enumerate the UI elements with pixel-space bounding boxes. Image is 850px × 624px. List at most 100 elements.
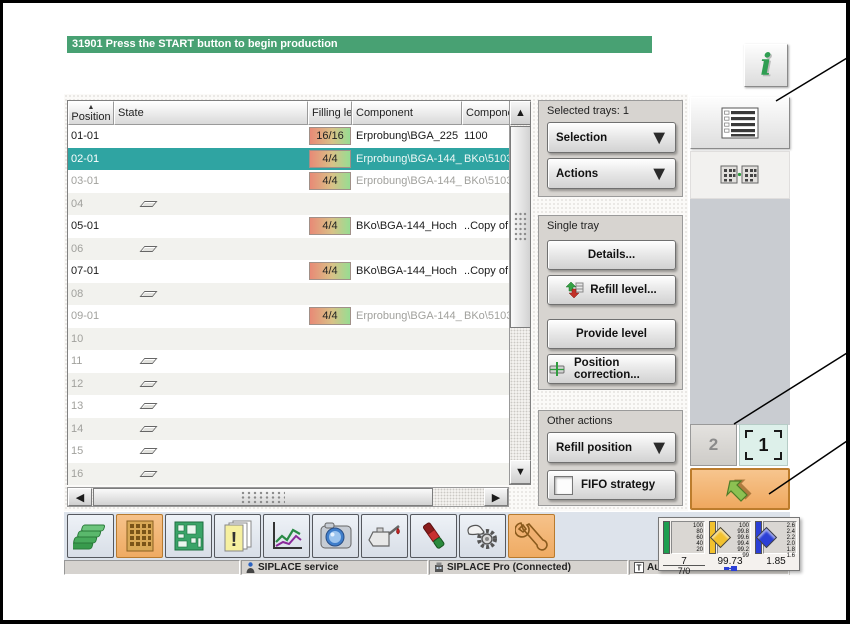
provide-level-button[interactable]: Provide level [547, 319, 676, 349]
table-row[interactable]: 14 [68, 417, 509, 440]
toolbar-statistics-button[interactable] [263, 514, 310, 558]
board-station-icon [174, 521, 203, 551]
table-row[interactable]: 10 [68, 327, 509, 350]
toolbar-component-tool-button[interactable] [410, 514, 457, 558]
empty-tray-icon [139, 200, 158, 207]
table-row[interactable]: 05-014/4BKo\BGA-144_Hoch..Copy of 51 [68, 215, 509, 238]
gauge-output-value2: 7/0 [663, 565, 705, 576]
selection-label: Selection [556, 131, 608, 144]
filling-level-indicator: 4/4 [309, 307, 351, 326]
column-header-filling-level[interactable]: Filling level [308, 101, 352, 125]
refill-level-label: Refill level... [590, 284, 657, 296]
scroll-right-button[interactable]: ▶ [484, 488, 508, 506]
toolbar-tray-table-button[interactable] [116, 514, 163, 558]
back-button[interactable] [690, 468, 790, 510]
other-actions-group: Other actions Refill position ▼ FIFO str… [538, 410, 683, 506]
table-row[interactable]: 01-01 16/16 Erprobung\BGA_225 1100 [68, 125, 509, 148]
selection-dropdown[interactable]: Selection ▼ [547, 122, 676, 153]
mode-icon: T [634, 562, 644, 573]
focus-corner [745, 430, 753, 438]
table-row[interactable]: 11 [68, 350, 509, 373]
focus-corner [774, 430, 782, 438]
column-label: Component [356, 107, 413, 119]
column-header-component-2[interactable]: Component [462, 101, 509, 125]
toolbar-setup-wrench-button[interactable] [508, 514, 555, 558]
single-tray-label: Single tray [547, 220, 599, 232]
position-correction-icon [548, 362, 568, 376]
empty-tray-icon [139, 448, 158, 455]
tab-list-view[interactable] [690, 97, 790, 149]
refill-level-button[interactable]: Refill level... [547, 275, 676, 305]
details-button[interactable]: Details... [547, 240, 676, 270]
other-actions-label: Other actions [547, 415, 613, 427]
side-panel-background [690, 199, 790, 425]
table-row[interactable]: 09-01 4/4 Erprobung\BGA-144_3 BKo\5103 [68, 305, 509, 328]
gauge-bar-green [663, 521, 670, 554]
column-header-position[interactable]: ▲ Position [68, 101, 114, 125]
empty-tray-icon [139, 358, 158, 365]
empty-tray-icon [139, 290, 158, 297]
actions-dropdown[interactable]: Actions ▼ [547, 158, 676, 189]
chevron-down-icon: ▼ [649, 126, 669, 149]
horizontal-scrollbar[interactable]: ◀ ▶ [67, 487, 509, 507]
vertical-scroll-thumb[interactable] [510, 126, 531, 328]
table-row[interactable]: 07-014/4BKo\BGA-144_Hoch..Copy of 51 [68, 260, 509, 283]
page-1-button[interactable]: 1 [739, 424, 788, 466]
feeder-stack-icon [72, 524, 105, 550]
status-segment-user: SIPLACE service [241, 560, 428, 575]
column-header-component[interactable]: Component [352, 101, 462, 125]
tab-matrix-view[interactable] [690, 151, 790, 199]
refill-position-dropdown[interactable]: Refill position ▼ [547, 432, 676, 463]
table-row[interactable]: 02-01 4/4 Erprobung\BGA-144_1 BKo\5103 [68, 147, 509, 170]
table-row[interactable]: 16 [68, 462, 509, 485]
fifo-checkbox[interactable] [554, 475, 573, 495]
tray-matrix-icon [720, 165, 759, 184]
list-view-icon [721, 107, 759, 139]
table-row[interactable]: 08 [68, 282, 509, 305]
table-row[interactable]: 13 [68, 395, 509, 418]
scroll-left-button[interactable]: ◀ [68, 488, 92, 506]
scroll-down-button[interactable]: ▼ [510, 460, 531, 484]
table-header: ▲ Position State Filling level Component… [68, 101, 530, 125]
toolbar-messages-button[interactable]: ! [214, 514, 261, 558]
component-tool-icon [422, 522, 444, 549]
gauge-quality: 100 99.8 99.6 99.4 99.2 99 [709, 521, 751, 559]
toolbar-feeder-stack-button[interactable] [67, 514, 114, 558]
grip-dots [514, 212, 527, 242]
toolbar-vision-camera-button[interactable] [312, 514, 359, 558]
table-row[interactable]: 04 [68, 192, 509, 215]
info-button[interactable]: i [744, 44, 788, 87]
scroll-up-button[interactable]: ▲ [510, 101, 531, 125]
horizontal-scroll-thumb[interactable] [93, 488, 433, 506]
screenshot-frame: 31901 Press the START button to begin pr… [0, 0, 850, 624]
page-2-button[interactable]: 2 [690, 424, 737, 466]
vertical-scrollbar[interactable]: ▲ ▼ [509, 101, 531, 484]
empty-tray-icon [139, 380, 158, 387]
connector-icon [709, 565, 751, 572]
machine-gauges-panel[interactable]: 100 80 60 40 20 100 99.8 99.6 99.4 99.2 99 2.… [658, 517, 800, 576]
single-tray-group: Single tray Details... Refill level... P… [538, 215, 683, 390]
selected-trays-group: Selected trays: 1 Selection ▼ Actions ▼ [538, 100, 683, 197]
page-2-label: 2 [708, 435, 719, 454]
table-row[interactable]: 06 [68, 237, 509, 260]
refill-level-icon [566, 282, 584, 298]
refill-position-label: Refill position [556, 441, 633, 454]
column-header-state[interactable]: State [114, 101, 308, 125]
filling-level-indicator: 16/16 [309, 127, 351, 146]
table-row[interactable]: 15 [68, 440, 509, 463]
position-correction-button[interactable]: Position correction... [547, 354, 676, 384]
empty-tray-icon [139, 403, 158, 410]
svg-text:T: T [637, 564, 642, 573]
user-label: SIPLACE service [258, 562, 339, 573]
chevron-down-icon: ▼ [649, 436, 669, 459]
info-icon: i [760, 47, 772, 83]
toolbar-maintenance-button[interactable] [361, 514, 408, 558]
table-row[interactable]: 03-01 4/4 Erprobung\BGA-144_2 BKo\5103 [68, 170, 509, 193]
toolbar-manual-service-button[interactable] [459, 514, 506, 558]
sort-ascending-icon: ▲ [87, 103, 95, 111]
filling-level-indicator: 4/4 [309, 217, 351, 236]
fifo-strategy-toggle[interactable]: FIFO strategy [547, 470, 676, 500]
focus-corner [774, 452, 782, 460]
toolbar-board-station-button[interactable] [165, 514, 212, 558]
table-row[interactable]: 12 [68, 372, 509, 395]
